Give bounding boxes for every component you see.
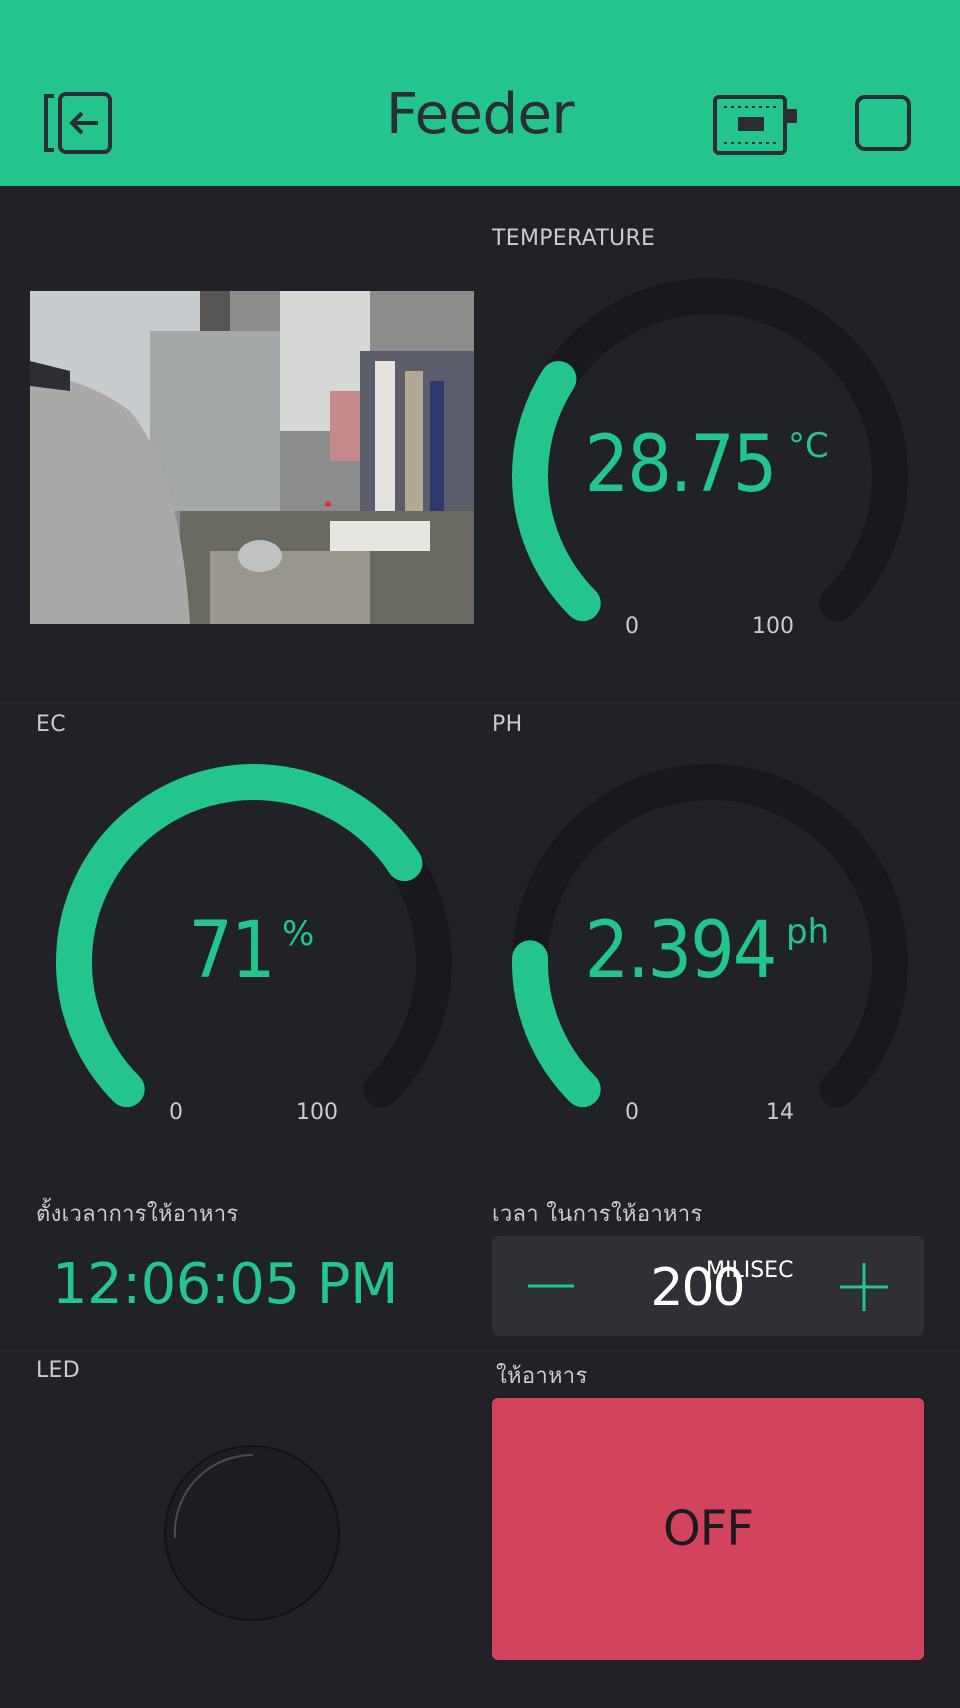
temperature-max: 100 xyxy=(752,614,794,639)
temperature-gauge-fill xyxy=(512,360,601,622)
temperature-value: 28.75 xyxy=(584,420,778,510)
ph-min: 0 xyxy=(625,1100,639,1125)
feed-label: ให้อาหาร xyxy=(496,1364,588,1389)
device-board-icon[interactable] xyxy=(712,94,798,156)
led-label: LED xyxy=(36,1358,80,1383)
video-frame xyxy=(30,291,474,624)
ph-max: 14 xyxy=(766,1100,794,1125)
ec-label: EC xyxy=(36,712,66,737)
temperature-unit: °C xyxy=(788,426,829,466)
temperature-label: TEMPERATURE xyxy=(492,226,656,251)
ec-min: 0 xyxy=(169,1100,183,1125)
duration-stepper: 200 MILISEC xyxy=(492,1236,924,1336)
led-indicator xyxy=(164,1445,340,1621)
duration-unit: MILISEC xyxy=(706,1258,794,1283)
row-divider xyxy=(0,702,960,703)
timer-label: ตั้งเวลาการให้อาหาร xyxy=(36,1202,239,1227)
minus-icon[interactable] xyxy=(526,1276,576,1296)
row-divider-2 xyxy=(0,1350,960,1351)
ec-max: 100 xyxy=(296,1100,338,1125)
stop-square-icon[interactable] xyxy=(854,94,912,152)
app-title: Feeder xyxy=(385,82,575,147)
ph-unit: ph xyxy=(786,912,830,952)
timer-value[interactable]: 12:06:05 PM xyxy=(52,1252,398,1317)
ph-value: 2.394 xyxy=(584,906,778,996)
video-stream xyxy=(30,291,474,624)
ph-label: PH xyxy=(492,712,523,737)
temperature-min: 0 xyxy=(625,614,639,639)
duration-label: เวลา ในการให้อาหาร xyxy=(492,1202,703,1227)
ec-unit: % xyxy=(282,914,315,954)
top-bar: Feeder xyxy=(0,0,960,186)
ph-gauge-fill xyxy=(512,940,601,1108)
feed-toggle-button[interactable]: OFF xyxy=(492,1398,924,1660)
plus-icon[interactable] xyxy=(838,1261,890,1313)
